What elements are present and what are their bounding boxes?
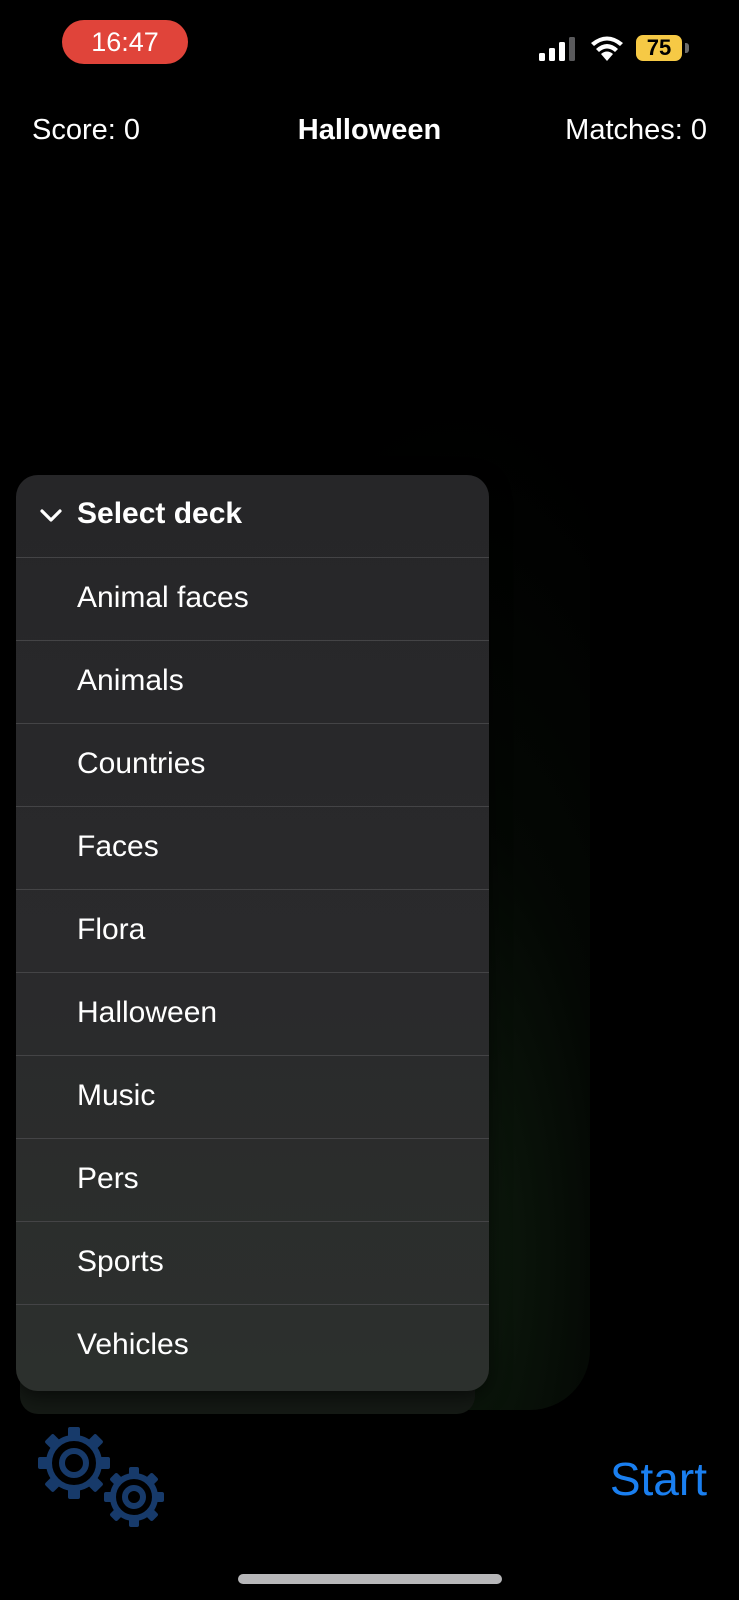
deck-menu-title: Select deck (77, 497, 243, 530)
deck-option-countries[interactable]: Countries (16, 724, 489, 807)
deck-option-halloween[interactable]: Halloween (16, 973, 489, 1056)
deck-option-music[interactable]: Music (16, 1056, 489, 1139)
deck-option-animal-faces[interactable]: Animal faces (16, 558, 489, 641)
deck-option-label: Pers (77, 1162, 139, 1195)
wifi-icon (591, 36, 623, 61)
deck-option-label: Sports (77, 1245, 164, 1278)
settings-button[interactable] (36, 1425, 168, 1529)
gears-icon (38, 1427, 164, 1527)
deck-dropdown-menu: Select deck Animal faces Animals Countri… (16, 475, 489, 1391)
deck-option-label: Music (77, 1079, 156, 1112)
battery-level: 75 (646, 35, 672, 60)
deck-option-pers[interactable]: Pers (16, 1139, 489, 1222)
deck-option-label: Vehicles (77, 1328, 189, 1361)
battery-icon: 75 (636, 35, 682, 61)
deck-option-sports[interactable]: Sports (16, 1222, 489, 1305)
home-indicator[interactable] (238, 1574, 502, 1584)
deck-option-flora[interactable]: Flora (16, 890, 489, 973)
deck-option-faces[interactable]: Faces (16, 807, 489, 890)
deck-option-label: Animal faces (77, 581, 249, 614)
chevron-down-icon (40, 509, 62, 522)
status-time: 16:47 (62, 20, 188, 64)
deck-option-vehicles[interactable]: Vehicles (16, 1305, 489, 1387)
deck-option-label: Flora (77, 913, 146, 946)
deck-option-label: Countries (77, 747, 206, 780)
battery-cap (685, 43, 689, 53)
start-button[interactable]: Start (610, 1452, 707, 1506)
deck-option-animals[interactable]: Animals (16, 641, 489, 724)
deck-menu-header[interactable]: Select deck (16, 475, 489, 558)
deck-option-label: Animals (77, 664, 184, 697)
status-bar: 16:47 75 (0, 0, 739, 90)
cellular-signal-icon (539, 37, 575, 61)
matches-label: Matches: 0 (565, 114, 707, 146)
deck-option-label: Faces (77, 830, 159, 863)
deck-option-label: Halloween (77, 996, 218, 1029)
game-header: Score: 0 Halloween Matches: 0 (0, 108, 739, 158)
